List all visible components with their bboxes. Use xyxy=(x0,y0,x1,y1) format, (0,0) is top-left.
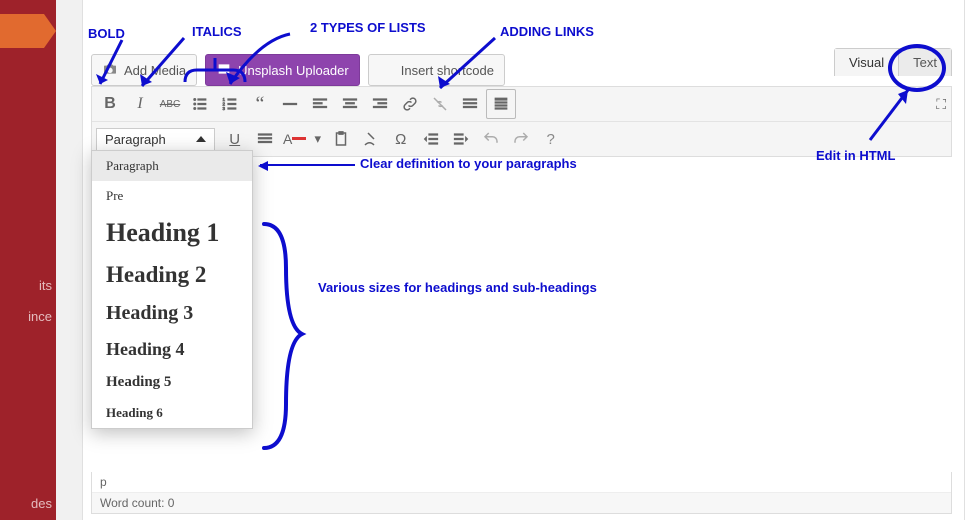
dropdown-item-h2[interactable]: Heading 2 xyxy=(92,255,252,295)
svg-text:3: 3 xyxy=(223,106,226,111)
dropdown-caret-icon xyxy=(196,136,206,142)
unsplash-label: Unsplash Uploader xyxy=(238,63,349,78)
outdent-button[interactable] xyxy=(417,125,445,153)
blockquote-button[interactable]: “ xyxy=(246,90,274,118)
italic-button[interactable]: I xyxy=(126,90,154,118)
bullet-list-button[interactable] xyxy=(186,90,214,118)
shortcode-icon xyxy=(379,61,395,80)
dropdown-item-h6[interactable]: Heading 6 xyxy=(92,398,252,428)
align-center-button[interactable] xyxy=(336,90,364,118)
unsplash-uploader-button[interactable]: Unsplash Uploader xyxy=(205,54,360,86)
more-button[interactable] xyxy=(456,90,484,118)
annotation-italics: ITALICS xyxy=(192,24,242,39)
special-char-button[interactable]: Ω xyxy=(387,125,415,153)
bold-button[interactable]: B xyxy=(96,90,124,118)
annotation-lists: 2 TYPES OF LISTS xyxy=(310,20,426,35)
editor-toolbar: B I ABC 123 “ Paragraph U A ▾ xyxy=(91,86,952,157)
text-color-button[interactable]: A xyxy=(281,125,309,153)
arrow-clear xyxy=(260,164,355,166)
add-media-label: Add Media xyxy=(124,63,186,78)
help-button[interactable]: ? xyxy=(537,125,565,153)
editor-panel: Add Media Unsplash Uploader Insert short… xyxy=(82,0,965,520)
format-dropdown: Paragraph Pre Heading 1 Heading 2 Headin… xyxy=(91,150,253,429)
sidebar-item xyxy=(0,332,56,488)
annotation-headings: Various sizes for headings and sub-headi… xyxy=(318,280,597,295)
circle-text-tab xyxy=(888,44,946,92)
align-right-button[interactable] xyxy=(366,90,394,118)
annotation-links: ADDING LINKS xyxy=(500,24,594,39)
annotation-clear: Clear definition to your paragraphs xyxy=(360,156,577,171)
unlink-button[interactable] xyxy=(426,90,454,118)
redo-button[interactable] xyxy=(507,125,535,153)
paste-text-button[interactable] xyxy=(327,125,355,153)
insert-shortcode-button[interactable]: Insert shortcode xyxy=(368,54,505,86)
annotation-html: Edit in HTML xyxy=(816,148,895,163)
sidebar-item[interactable]: des xyxy=(0,488,56,519)
image-icon xyxy=(216,61,232,80)
hr-button[interactable] xyxy=(276,90,304,118)
sidebar-item[interactable]: ince xyxy=(0,301,56,332)
toolbar-row-1: B I ABC 123 “ xyxy=(92,87,951,122)
number-list-button[interactable]: 123 xyxy=(216,90,244,118)
format-select[interactable]: Paragraph xyxy=(96,128,215,151)
annotation-bold: BOLD xyxy=(88,26,125,41)
format-select-value: Paragraph xyxy=(105,132,166,147)
dropdown-item-h3[interactable]: Heading 3 xyxy=(92,295,252,332)
dropdown-item-h4[interactable]: Heading 4 xyxy=(92,332,252,367)
admin-sidebar: its ince des xyxy=(0,0,56,520)
underline-button[interactable]: U xyxy=(221,125,249,153)
fullscreen-icon[interactable]: ⛶ xyxy=(936,96,946,113)
media-buttons-row: Add Media Unsplash Uploader Insert short… xyxy=(91,54,505,86)
align-left-button[interactable] xyxy=(306,90,334,118)
indent-button[interactable] xyxy=(447,125,475,153)
link-button[interactable] xyxy=(396,90,424,118)
insert-shortcode-label: Insert shortcode xyxy=(401,63,494,78)
word-count: Word count: 0 xyxy=(92,493,951,513)
align-justify-button[interactable] xyxy=(251,125,279,153)
sidebar-active-indicator xyxy=(0,14,44,48)
toolbar-toggle-button[interactable] xyxy=(486,89,516,119)
dropdown-item-h1[interactable]: Heading 1 xyxy=(92,211,252,255)
dropdown-item-pre[interactable]: Pre xyxy=(92,181,252,211)
text-color-dropdown[interactable]: ▾ xyxy=(311,125,325,153)
sidebar-item[interactable]: its xyxy=(0,270,56,301)
add-media-button[interactable]: Add Media xyxy=(91,54,197,86)
undo-button[interactable] xyxy=(477,125,505,153)
element-path: p xyxy=(92,472,951,493)
camera-icon xyxy=(102,61,118,80)
dropdown-item-paragraph[interactable]: Paragraph xyxy=(92,151,252,181)
strikethrough-button[interactable]: ABC xyxy=(156,90,184,118)
sidebar-menu: its ince des xyxy=(0,270,56,519)
editor-statusbar: p Word count: 0 xyxy=(91,472,952,514)
clear-format-button[interactable] xyxy=(357,125,385,153)
dropdown-item-h5[interactable]: Heading 5 xyxy=(92,367,252,398)
